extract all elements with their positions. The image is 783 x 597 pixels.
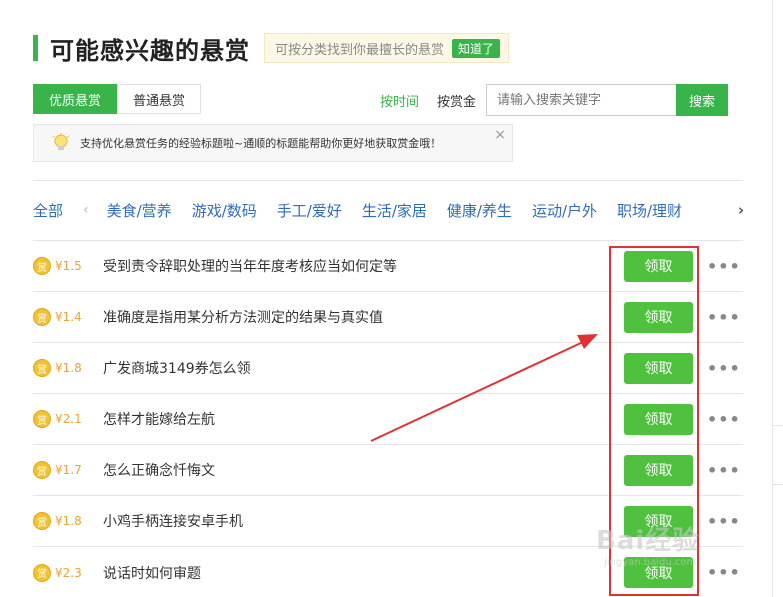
question-title[interactable]: 准确度是指用某分析方法测定的结果与真实值 [103,307,383,327]
reward-amount: ¥1.7 [55,463,82,477]
divider [33,180,743,181]
coin-icon: 赏 [33,359,51,377]
list-item: 赏 ¥1.4 准确度是指用某分析方法测定的结果与真实值 领取 ••• [33,292,743,343]
reward-amount: ¥2.3 [55,565,82,580]
coin-icon: 赏 [33,257,51,275]
claim-button[interactable]: 领取 [624,250,693,282]
more-icon[interactable]: ••• [707,512,741,531]
coin-icon: 赏 [33,512,51,530]
claim-button[interactable]: 领取 [624,301,693,333]
list-item: 赏 ¥2.3 说话时如何审题 领取 ••• [33,547,743,597]
header: 可能感兴趣的悬赏 可按分类找到你最擅长的悬赏 知道了 [33,33,510,65]
reward-amount: ¥2.1 [55,412,82,426]
category-item[interactable]: 运动/户外 [532,200,597,221]
tab-normal-bounty[interactable]: 普通悬赏 [117,84,202,114]
reward-amount: ¥1.8 [55,361,82,375]
question-title[interactable]: 怎么正确念忏悔文 [103,460,215,480]
divider [772,425,783,485]
list-item: 赏 ¥1.8 小鸡手柄连接安卓手机 领取 ••• [33,496,743,547]
chevron-left-icon[interactable]: ‹ [83,202,89,218]
notice-banner: 支持优化悬赏任务的经验标题啦~通顺的标题能帮助你更好地获取赏金哦！ × [33,124,513,162]
coin-icon: 赏 [33,563,51,582]
question-title[interactable]: 小鸡手柄连接安卓手机 [103,511,243,531]
category-item[interactable]: 美食/营养 [107,200,172,221]
sort-by-time[interactable]: 按时间 [380,91,419,110]
question-title[interactable]: 怎样才能嫁给左航 [103,409,215,429]
chevron-right-icon[interactable]: › [738,201,744,219]
title-accent-bar [33,35,38,61]
claim-button[interactable]: 领取 [624,505,693,537]
category-bar: 全部 ‹ 美食/营养 游戏/数码 手工/爱好 生活/家居 健康/养生 运动/户外… [33,197,748,223]
sort-and-search: 按时间 按赏金 搜索 [380,84,729,116]
list-item: 赏 ¥1.5 受到责令辞职处理的当年年度考核应当如何定等 领取 ••• [33,241,743,292]
search-input[interactable] [486,84,677,116]
more-icon[interactable]: ••• [707,308,741,327]
coin-icon: 赏 [33,410,51,428]
tip-dismiss-button[interactable]: 知道了 [452,38,501,58]
lightbulb-icon [52,133,70,150]
reward-amount: ¥1.4 [55,310,82,324]
category-item[interactable]: 健康/养生 [447,200,512,221]
claim-button[interactable]: 领取 [624,403,693,435]
question-title[interactable]: 说话时如何审题 [103,563,201,583]
question-title[interactable]: 广发商城3149券怎么领 [103,358,251,378]
reward-amount: ¥1.5 [55,259,82,273]
more-icon[interactable]: ••• [707,410,741,429]
sort-by-bounty[interactable]: 按赏金 [437,91,476,110]
tab-quality-bounty[interactable]: 优质悬赏 [33,84,118,114]
tip-text: 可按分类找到你最擅长的悬赏 [275,42,445,58]
category-all[interactable]: 全部 [33,200,63,221]
question-title[interactable]: 受到责令辞职处理的当年年度考核应当如何定等 [103,256,397,276]
more-icon[interactable]: ••• [707,359,741,378]
bounty-list: 赏 ¥1.5 受到责令辞职处理的当年年度考核应当如何定等 领取 ••• 赏 ¥1… [33,241,743,597]
list-item: 赏 ¥1.7 怎么正确念忏悔文 领取 ••• [33,445,743,496]
divider [772,0,773,597]
reward-amount: ¥1.8 [55,514,82,528]
notice-text: 支持优化悬赏任务的经验标题啦~通顺的标题能帮助你更好地获取赏金哦！ [80,137,442,150]
coin-icon: 赏 [33,461,51,479]
category-item[interactable]: 生活/家居 [362,200,427,221]
claim-button[interactable]: 领取 [624,352,693,384]
more-icon[interactable]: ••• [707,257,741,276]
category-item[interactable]: 手工/爱好 [277,200,342,221]
bounty-tabs: 优质悬赏 普通悬赏 [33,84,202,114]
page-title: 可能感兴趣的悬赏 [50,36,250,65]
more-icon[interactable]: ••• [707,461,741,480]
more-icon[interactable]: ••• [707,563,741,582]
list-item: 赏 ¥2.1 怎样才能嫁给左航 领取 ••• [33,394,743,445]
category-item[interactable]: 职场/理财 [617,200,682,221]
claim-button[interactable]: 领取 [624,557,693,588]
category-tip: 可按分类找到你最擅长的悬赏 知道了 [264,33,510,63]
category-item[interactable]: 游戏/数码 [192,200,257,221]
close-icon[interactable]: × [494,127,506,143]
search-button[interactable]: 搜索 [676,84,729,116]
list-item: 赏 ¥1.8 广发商城3149券怎么领 领取 ••• [33,343,743,394]
claim-button[interactable]: 领取 [624,454,693,486]
coin-icon: 赏 [33,308,51,326]
